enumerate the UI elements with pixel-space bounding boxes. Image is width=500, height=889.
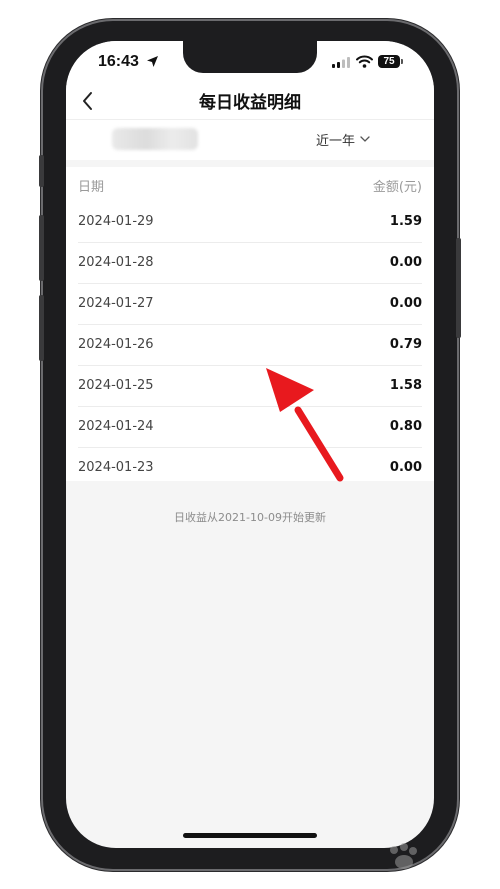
range-label: 近一年 [316, 134, 356, 149]
signal-icon [332, 57, 350, 68]
table-row: 2024-01-26 0.79 [78, 325, 422, 366]
page-title: 每日收益明细 [199, 93, 301, 113]
row-amount: 0.00 [389, 296, 422, 311]
filter-bar: 近一年 [66, 119, 434, 160]
wifi-icon [356, 55, 373, 68]
mute-switch [39, 155, 44, 187]
row-date: 2024-01-28 [78, 255, 154, 270]
update-note: 日收益从2021-10-09开始更新 [174, 511, 326, 524]
notch [183, 41, 317, 73]
table-row: 2024-01-27 0.00 [78, 284, 422, 325]
blurred-account-info [112, 128, 198, 150]
table-row: 2024-01-23 0.00 [78, 448, 422, 488]
volume-up-button [39, 215, 44, 281]
row-amount: 1.59 [389, 214, 422, 229]
amount-column-header: 金额(元) [372, 180, 422, 195]
phone-screen: 16:43 75 每日收益明细 近一年 日期 金额(元) 2024-01-29 … [66, 41, 434, 848]
row-amount: 1.58 [389, 378, 422, 393]
row-amount: 0.80 [389, 419, 422, 434]
row-date: 2024-01-27 [78, 296, 154, 311]
battery-cap [401, 59, 403, 64]
row-amount: 0.00 [389, 460, 422, 475]
row-amount: 0.00 [389, 255, 422, 270]
row-date: 2024-01-29 [78, 214, 154, 229]
location-arrow-icon [147, 56, 158, 67]
table-header: 日期 金额(元) [78, 167, 422, 201]
baidu-paw-icon [390, 843, 417, 869]
row-date: 2024-01-24 [78, 419, 154, 434]
income-detail-table: 日期 金额(元) 2024-01-29 1.59 2024-01-28 0.00… [66, 167, 434, 481]
home-indicator[interactable] [183, 833, 317, 838]
nav-bar: 每日收益明细 [66, 85, 434, 119]
status-time: 16:43 [98, 53, 139, 70]
chevron-down-icon [360, 136, 370, 142]
power-button [456, 238, 461, 338]
table-row: 2024-01-24 0.80 [78, 407, 422, 448]
table-rows: 2024-01-29 1.59 2024-01-28 0.00 2024-01-… [78, 202, 422, 488]
row-date: 2024-01-23 [78, 460, 154, 475]
row-date: 2024-01-26 [78, 337, 154, 352]
row-amount: 0.79 [389, 337, 422, 352]
annotation-arrow-icon [266, 368, 344, 482]
row-date: 2024-01-25 [78, 378, 154, 393]
battery-icon: 75 [378, 55, 400, 68]
table-row: 2024-01-25 1.58 [78, 366, 422, 407]
date-column-header: 日期 [78, 180, 105, 195]
table-row: 2024-01-28 0.00 [78, 243, 422, 284]
volume-down-button [39, 295, 44, 361]
range-dropdown[interactable]: 近一年 [316, 130, 370, 149]
table-row: 2024-01-29 1.59 [78, 202, 422, 243]
